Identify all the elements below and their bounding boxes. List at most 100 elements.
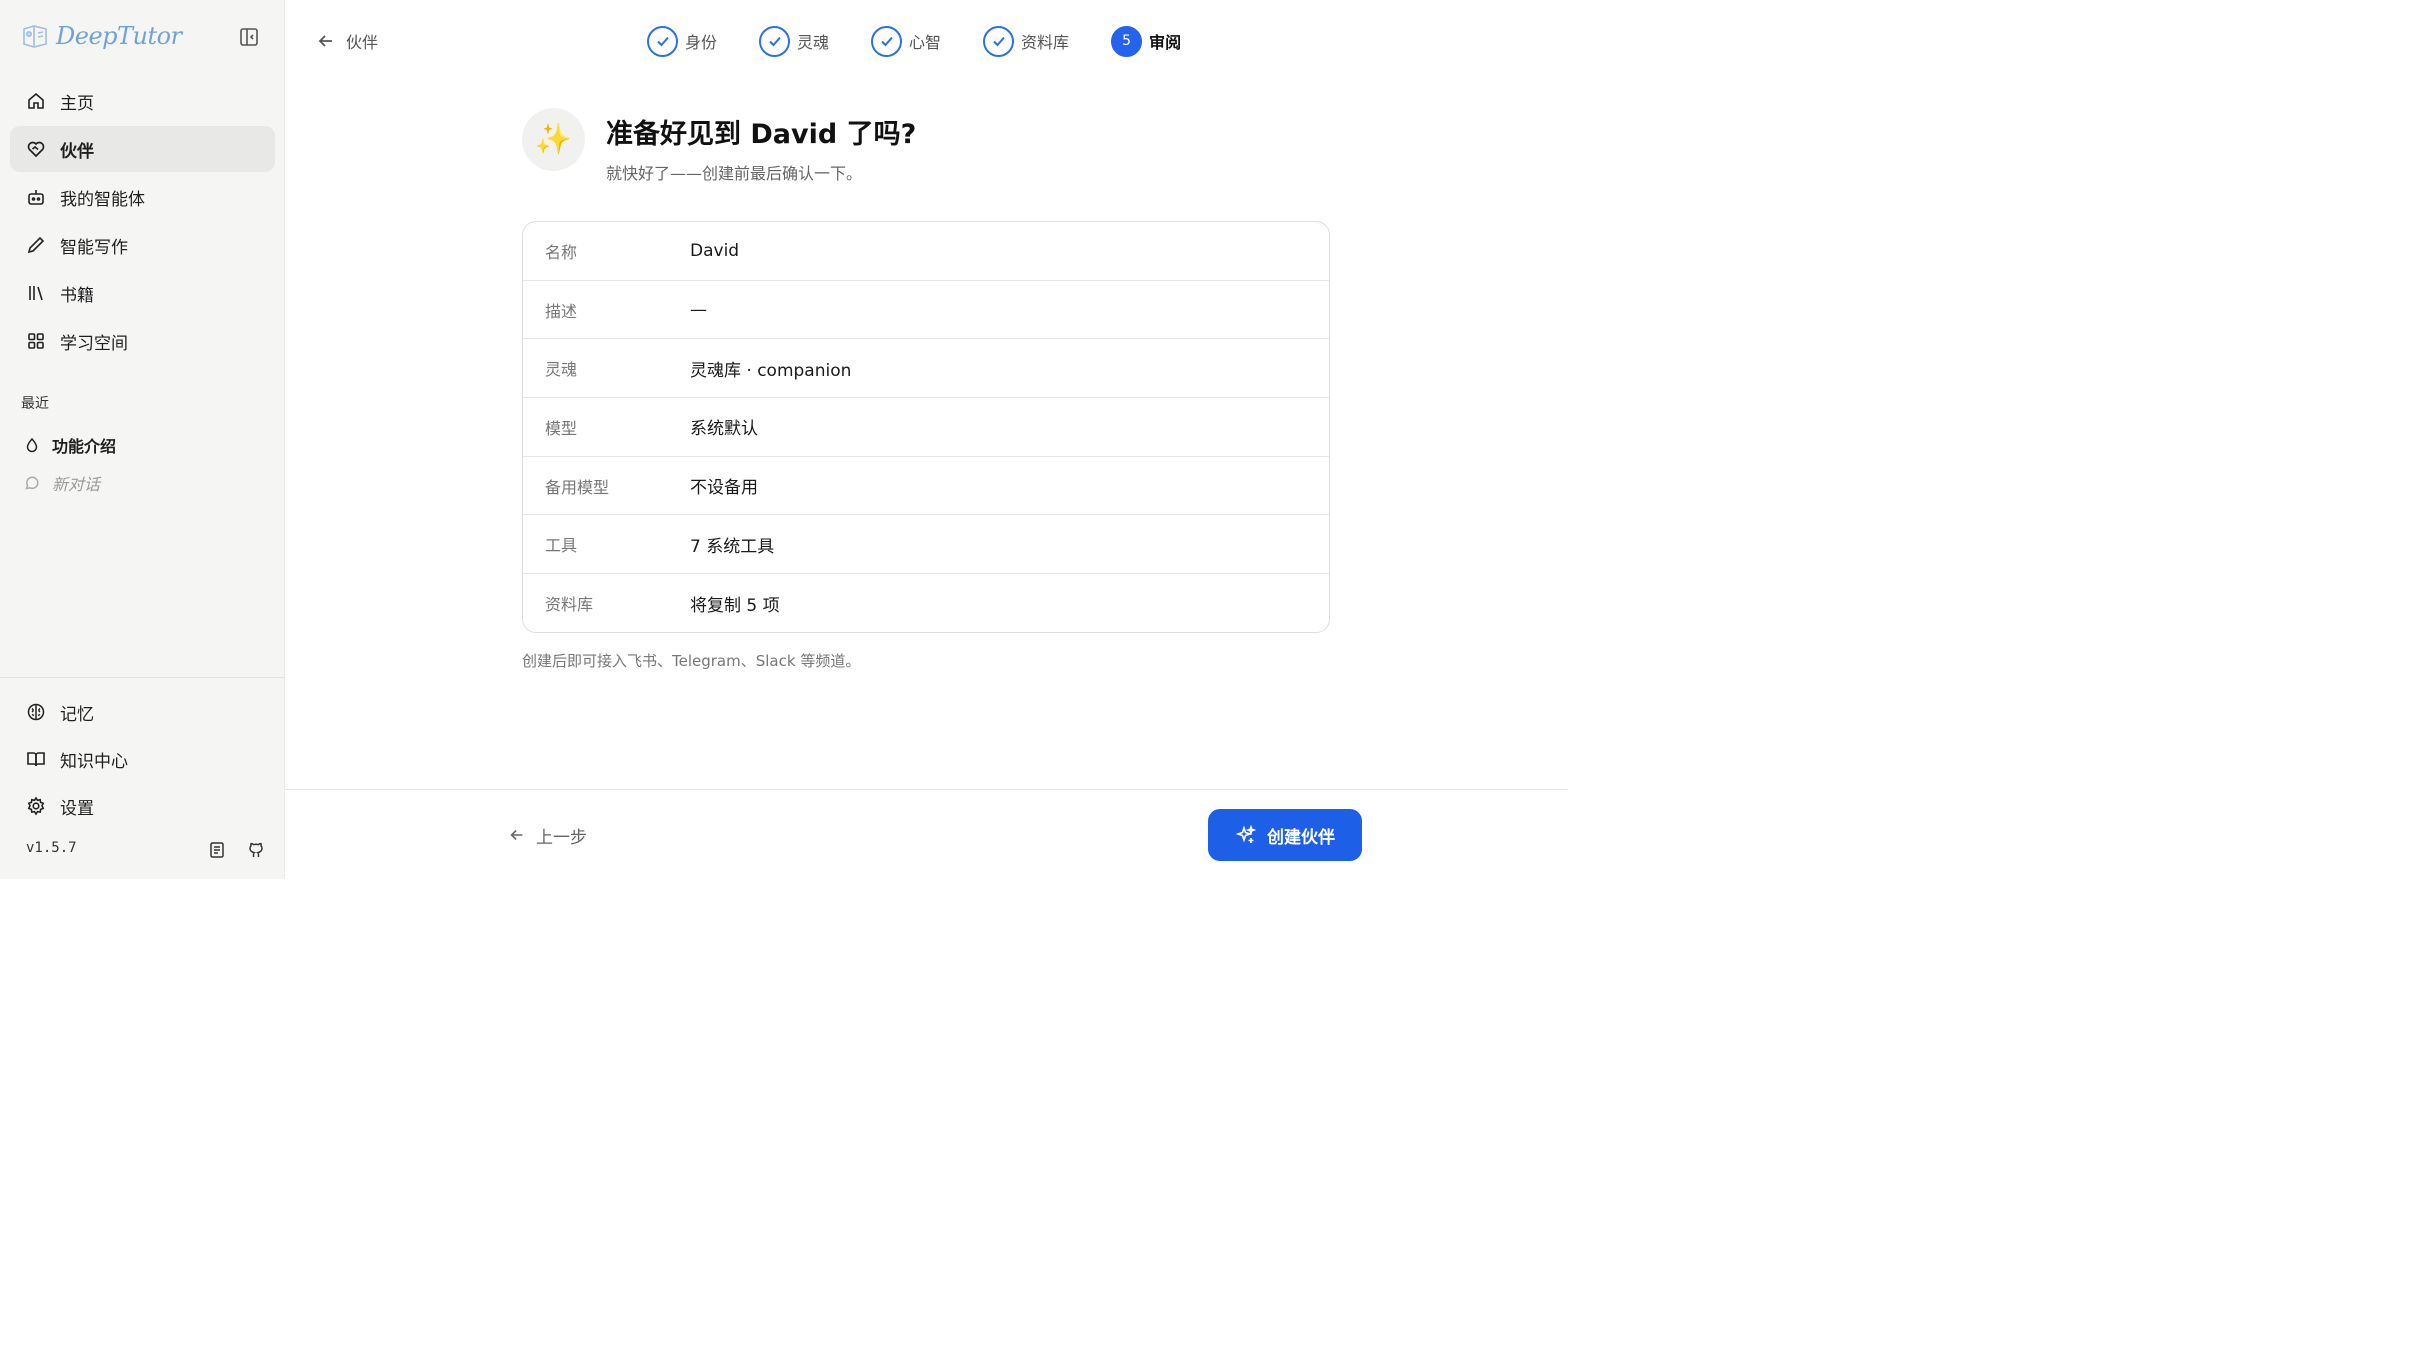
github-icon[interactable] — [246, 840, 266, 860]
nav-item-label: 主页 — [60, 93, 94, 114]
step-review[interactable]: 5 审阅 — [1111, 25, 1182, 57]
recent-item-label: 新对话 — [52, 475, 101, 494]
sidebar-toggle-icon[interactable] — [238, 26, 260, 48]
check-icon — [880, 36, 893, 47]
version-label: v1.5.7 — [26, 840, 77, 856]
step-check — [759, 25, 791, 57]
step-mind[interactable]: 心智 — [871, 25, 942, 57]
row-value: 灵魂库 · companion — [690, 360, 852, 381]
docs-icon[interactable] — [207, 840, 227, 860]
step-check — [983, 25, 1015, 57]
step-number: 5 — [1111, 25, 1143, 57]
review-row-name: 名称 David — [523, 222, 1329, 281]
review-row-model: 模型 系统默认 — [523, 398, 1329, 457]
recent-item[interactable]: 新对话 — [14, 464, 274, 502]
bottom-nav: 记忆 知识中心 设置 — [10, 689, 275, 830]
back-to-partners-link[interactable]: 伙伴 — [316, 28, 378, 54]
nav-item-books[interactable]: 书籍 — [10, 270, 275, 316]
review-row-description: 描述 — — [523, 281, 1329, 340]
row-label: 描述 — [545, 301, 578, 321]
sparkles-icon — [1235, 824, 1257, 843]
step-identity[interactable]: 身份 — [647, 25, 718, 57]
row-value: 系统默认 — [690, 419, 758, 440]
check-icon — [992, 36, 1005, 47]
row-label: 灵魂 — [545, 360, 578, 380]
home-icon — [28, 92, 44, 109]
step-soul[interactable]: 灵魂 — [759, 25, 830, 57]
row-value: — — [690, 299, 707, 320]
review-row-tools: 工具 7 系统工具 — [523, 515, 1329, 575]
nav-item-label: 智能写作 — [60, 237, 128, 258]
arrow-left-icon — [510, 829, 523, 841]
arrow-left-icon — [318, 35, 332, 47]
recent-item-label: 功能介绍 — [52, 437, 117, 456]
logo-icon — [23, 25, 47, 48]
sparkles-icon: ✨ — [522, 108, 585, 171]
create-partner-label: 创建伙伴 — [1267, 827, 1335, 848]
nav-item-memory[interactable]: 记忆 — [10, 689, 275, 735]
review-row-soul: 灵魂 灵魂库 · companion — [523, 339, 1329, 399]
step-label: 资料库 — [1021, 33, 1070, 52]
book-open-icon — [27, 752, 45, 767]
brand-name: DeepTutor — [56, 22, 182, 50]
nav-item-label: 学习空间 — [60, 333, 128, 354]
row-value: David — [690, 240, 740, 261]
brand[interactable]: DeepTutor — [20, 18, 182, 54]
check-icon — [768, 36, 781, 47]
row-label: 备用模型 — [545, 477, 610, 497]
step-label: 灵魂 — [797, 33, 830, 52]
library-icon — [29, 286, 43, 301]
nav-item-settings[interactable]: 设置 — [10, 783, 275, 829]
back-link-label: 伙伴 — [346, 33, 379, 52]
recent-section-label: 最近 — [21, 396, 49, 412]
step-label: 身份 — [685, 33, 718, 52]
review-summary-table: 名称 David 描述 — 灵魂 灵魂库 · companion 模型 系统默认… — [522, 221, 1330, 633]
nav-item-label: 记忆 — [60, 704, 94, 725]
main-nav: 主页 伙伴 我的智能体 智能写作 书籍 学习空间 — [10, 78, 275, 366]
row-label: 模型 — [545, 418, 578, 438]
nav-item-my-agents[interactable]: 我的智能体 — [10, 174, 275, 220]
previous-step-label: 上一步 — [536, 827, 587, 848]
row-value: 7 系统工具 — [690, 536, 775, 557]
row-label: 资料库 — [545, 595, 594, 615]
nav-item-label: 设置 — [60, 798, 94, 819]
create-partner-button[interactable]: 创建伙伴 — [1208, 809, 1362, 861]
sidebar-divider — [0, 677, 285, 678]
recent-list: 功能介绍 新对话 — [14, 426, 274, 502]
step-library[interactable]: 资料库 — [983, 25, 1070, 57]
channels-note: 创建后即可接入飞书、Telegram、Slack 等频道。 — [522, 652, 861, 670]
heart-handshake-icon — [27, 141, 45, 158]
review-row-library: 资料库 将复制 5 项 — [523, 574, 1329, 632]
nav-item-label: 书籍 — [60, 285, 94, 306]
row-label: 名称 — [545, 242, 578, 262]
brain-icon — [27, 703, 45, 721]
page-subtitle: 就快好了——创建前最后确认一下。 — [606, 164, 863, 183]
nav-item-writing[interactable]: 智能写作 — [10, 222, 275, 268]
recent-item[interactable]: 功能介绍 — [14, 426, 274, 464]
sidebar: DeepTutor 主页 伙伴 我的智能体 智能写作 书籍 学习空间 最近 功能… — [0, 0, 285, 879]
step-label: 心智 — [909, 33, 942, 52]
nav-item-knowledge[interactable]: 知识中心 — [10, 736, 275, 782]
step-check — [871, 25, 903, 57]
nav-item-learning-space[interactable]: 学习空间 — [10, 318, 275, 364]
row-value: 将复制 5 项 — [690, 595, 780, 616]
nav-item-label: 伙伴 — [60, 141, 94, 162]
nav-item-home[interactable]: 主页 — [10, 78, 275, 124]
grid-icon — [28, 333, 44, 349]
pen-icon — [27, 236, 45, 254]
footer-divider — [285, 789, 1568, 790]
step-label: 审阅 — [1149, 33, 1182, 52]
previous-step-button[interactable]: 上一步 — [508, 821, 587, 849]
review-row-fallback-model: 备用模型 不设备用 — [523, 457, 1329, 516]
nav-item-label: 我的智能体 — [60, 189, 145, 210]
chat-bubble-icon — [25, 476, 39, 490]
row-label: 工具 — [545, 536, 578, 556]
wizard-stepper: 身份 灵魂 心智 资料库 5 审阅 — [647, 25, 1181, 57]
droplet-icon — [26, 437, 38, 453]
row-value: 不设备用 — [690, 478, 758, 499]
step-check — [647, 25, 678, 57]
nav-item-label: 知识中心 — [60, 751, 128, 772]
check-icon — [656, 36, 669, 47]
gear-icon — [27, 796, 45, 816]
nav-item-partner[interactable]: 伙伴 — [10, 126, 275, 172]
